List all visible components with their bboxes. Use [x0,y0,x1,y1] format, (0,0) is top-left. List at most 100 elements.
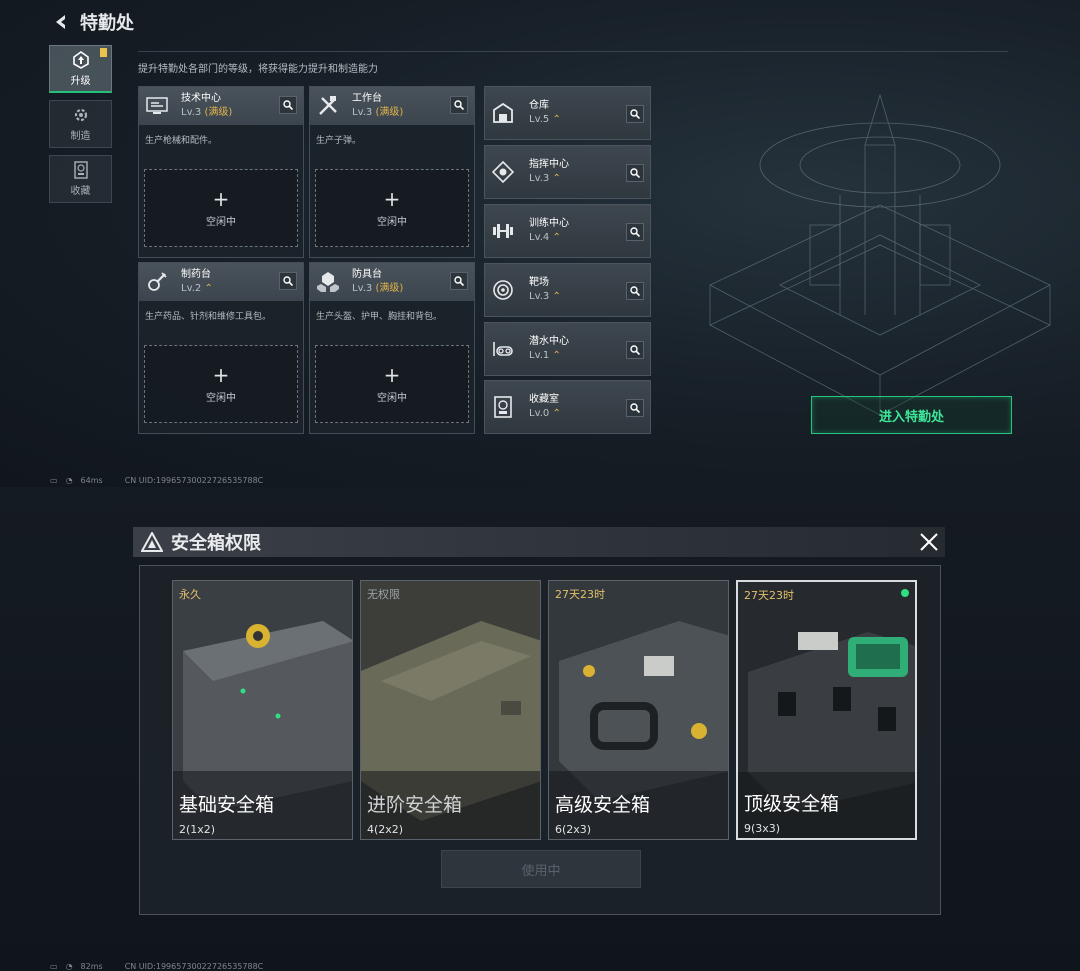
room-shooting-range[interactable]: 靶场 Lv.3 ⌃ [484,263,651,317]
search-icon[interactable] [626,105,644,123]
room-diving-center[interactable]: 潜水中心 Lv.1 ⌃ [484,322,651,376]
back-arrow-icon[interactable] [52,13,70,31]
workstation-card-workbench[interactable]: 工作台 Lv.3 (满级) 生产子弹。 + 空闲中 [309,86,475,258]
status-bar: ▭ ◔ 64ms CN UID:19965730022726535788C [50,476,263,485]
room-level: Lv.1 [529,350,550,361]
room-name: 指挥中心 [529,159,569,170]
search-icon[interactable] [626,223,644,241]
shooting-range-icon [493,280,513,300]
workstation-level: Lv.3 [352,107,373,118]
ping-value: 64ms [80,476,103,485]
plus-icon: + [212,186,230,211]
validity-tag: 无权限 [367,588,400,601]
max-level-badge: (满级) [204,107,233,118]
battery-icon: ▭ [50,962,58,971]
diving-center-icon [493,342,513,356]
collection-room-icon [494,396,512,418]
workstation-name: 工作台 [352,93,382,104]
workstation-card-tech-center[interactable]: 技术中心 Lv.3 (满级) 生产枪械和配件。 + 空闲中 [138,86,304,258]
room-training-center[interactable]: 训练中心 Lv.4 ⌃ [484,204,651,258]
side-nav: 升级 制造 收藏 [49,45,112,210]
card-header: 防具台 Lv.3 (满级) [310,263,474,301]
workstation-name: 制药台 [181,269,211,280]
workstation-name: 技术中心 [181,93,221,104]
safe-box-name: 高级安全箱 [555,794,651,816]
upgrade-available-icon: ⌃ [552,173,561,184]
in-use-button[interactable]: 使用中 [441,850,641,888]
workstation-level: Lv.3 [352,283,373,294]
search-icon[interactable] [626,399,644,417]
search-icon[interactable] [279,272,297,290]
page-header: 特勤处 [52,8,134,36]
workstation-name: 防具台 [352,269,382,280]
header-divider [138,51,1008,52]
production-slot[interactable]: + 空闲中 [144,169,298,247]
dialog-body: 永久 基础安全箱 2(1x2) 无权限 进阶安全箱 4(2x2) 27天23时 … [139,565,941,915]
wifi-icon: ◔ [65,476,73,485]
workstation-card-pharmacy[interactable]: 制药台 Lv.2 ⌃ 生产药品、针剂和维修工具包。 + 空闲中 [138,262,304,434]
safe-box-name: 基础安全箱 [179,794,275,816]
collection-icon [73,161,88,179]
search-icon[interactable] [626,282,644,300]
plus-icon: + [383,186,401,211]
validity-tag: 27天23时 [555,588,605,601]
workstation-description: 生产药品、针剂和维修工具包。 [145,312,272,322]
room-level: Lv.0 [529,408,550,419]
special-ops-screen: 特勤处 提升特勤处各部门的等级，将获得能力提升和制造能力 升级 制造 收藏 技术… [0,0,1080,487]
upgrade-available-icon: ⌃ [552,408,561,419]
room-name: 潜水中心 [529,336,569,347]
room-level: Lv.3 [529,291,550,302]
safe-box-capacity: 2(1x2) [179,823,216,836]
room-level: Lv.3 [529,173,550,184]
nav-craft[interactable]: 制造 [49,100,112,148]
training-center-icon [493,224,513,238]
safe-box-card-top[interactable]: 27天23时 顶级安全箱 9(3x3) [736,580,917,840]
upgrade-available-icon: ⌃ [552,114,561,125]
production-slot[interactable]: + 空闲中 [315,345,469,423]
search-icon[interactable] [279,96,297,114]
workstation-level: Lv.3 [181,107,202,118]
search-icon[interactable] [626,341,644,359]
room-collection-room[interactable]: 收藏室 Lv.0 ⌃ [484,380,651,434]
search-icon[interactable] [626,164,644,182]
workstation-card-armor-bench[interactable]: 防具台 Lv.3 (满级) 生产头盔、护甲、胸挂和背包。 + 空闲中 [309,262,475,434]
nav-collection-label: 收藏 [70,186,91,197]
safe-box-card-basic[interactable]: 永久 基础安全箱 2(1x2) [172,580,353,840]
nav-collection[interactable]: 收藏 [49,155,112,203]
validity-tag: 27天23时 [744,589,794,602]
production-slot[interactable]: + 空闲中 [144,345,298,423]
room-warehouse[interactable]: 仓库 Lv.5 ⌃ [484,86,651,140]
safe-box-card-advanced[interactable]: 无权限 进阶安全箱 4(2x2) [360,580,541,840]
room-level: Lv.5 [529,114,550,125]
search-icon[interactable] [450,272,468,290]
max-level-badge: (满级) [375,107,404,118]
safe-box-permission-dialog: 安全箱权限 永久 基础安全箱 2(1x2) 无权限 进阶安全箱 4(2x2) 2… [133,527,945,915]
gear-icon [74,108,87,122]
room-name: 训练中心 [529,218,569,229]
room-level: Lv.4 [529,232,550,243]
workstation-description: 生产子弹。 [316,136,362,146]
card-header: 制药台 Lv.2 ⌃ [139,263,303,301]
slot-status: 空闲中 [377,392,407,404]
max-level-badge: (满级) [375,283,404,294]
safe-box-card-premium[interactable]: 27天23时 高级安全箱 6(2x3) [548,580,729,840]
dialog-header: 安全箱权限 [133,527,945,557]
workstation-description: 生产枪械和配件。 [145,136,218,146]
room-name: 靶场 [529,277,549,288]
upgrade-available-icon: ⌃ [552,350,561,361]
page-title: 特勤处 [80,13,134,34]
workstation-description: 生产头盔、护甲、胸挂和背包。 [316,312,443,322]
card-header: 技术中心 Lv.3 (满级) [139,87,303,125]
safe-box-capacity: 9(3x3) [744,822,781,835]
nav-craft-label: 制造 [70,131,91,142]
production-slot[interactable]: + 空闲中 [315,169,469,247]
search-icon[interactable] [450,96,468,114]
safe-box-screen: 安全箱权限 永久 基础安全箱 2(1x2) 无权限 进阶安全箱 4(2x2) 2… [0,487,1080,971]
battery-icon: ▭ [50,476,58,485]
enter-special-ops-button[interactable]: 进入特勤处 [811,396,1012,434]
close-icon[interactable] [917,530,941,554]
room-command-center[interactable]: 指挥中心 Lv.3 ⌃ [484,145,651,199]
safe-box-capacity: 6(2x3) [555,823,592,836]
wifi-icon: ◔ [65,962,73,971]
nav-upgrade[interactable]: 升级 [49,45,112,93]
